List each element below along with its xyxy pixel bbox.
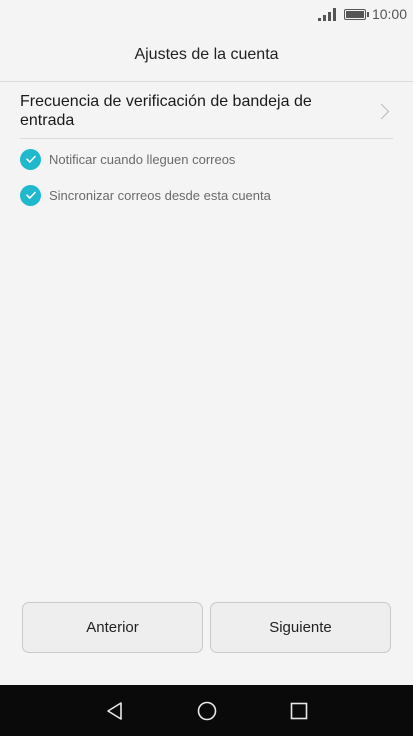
navigation-bar — [0, 685, 413, 736]
page-title: Ajustes de la cuenta — [0, 28, 413, 82]
settings-list: Frecuencia de verificación de bandeja de… — [0, 82, 413, 213]
next-button[interactable]: Siguiente — [210, 602, 391, 653]
previous-button[interactable]: Anterior — [22, 602, 203, 653]
notify-label: Notificar cuando lleguen correos — [49, 151, 236, 167]
status-time: 10:00 — [371, 6, 407, 22]
chevron-right-icon — [373, 103, 390, 119]
sync-checkbox-row[interactable]: Sincronizar correos desde esta cuenta — [20, 177, 393, 213]
sync-label: Sincronizar correos desde esta cuenta — [49, 187, 271, 203]
screen: 10:00 Ajustes de la cuenta Frecuencia de… — [0, 0, 413, 736]
checkbox-checked-icon[interactable] — [20, 184, 41, 206]
battery-icon — [343, 8, 369, 20]
back-icon[interactable] — [69, 700, 161, 722]
notify-checkbox-row[interactable]: Notificar cuando lleguen correos — [20, 141, 393, 177]
home-icon[interactable] — [161, 700, 253, 722]
frequency-label: Frecuencia de verificación de bandeja de… — [20, 93, 312, 129]
checkbox-checked-icon[interactable] — [20, 148, 41, 170]
frequency-setting[interactable]: Frecuencia de verificación de bandeja de… — [20, 82, 393, 139]
recent-apps-icon[interactable] — [253, 700, 345, 722]
status-bar: 10:00 — [0, 0, 413, 28]
signal-icon — [317, 7, 336, 21]
